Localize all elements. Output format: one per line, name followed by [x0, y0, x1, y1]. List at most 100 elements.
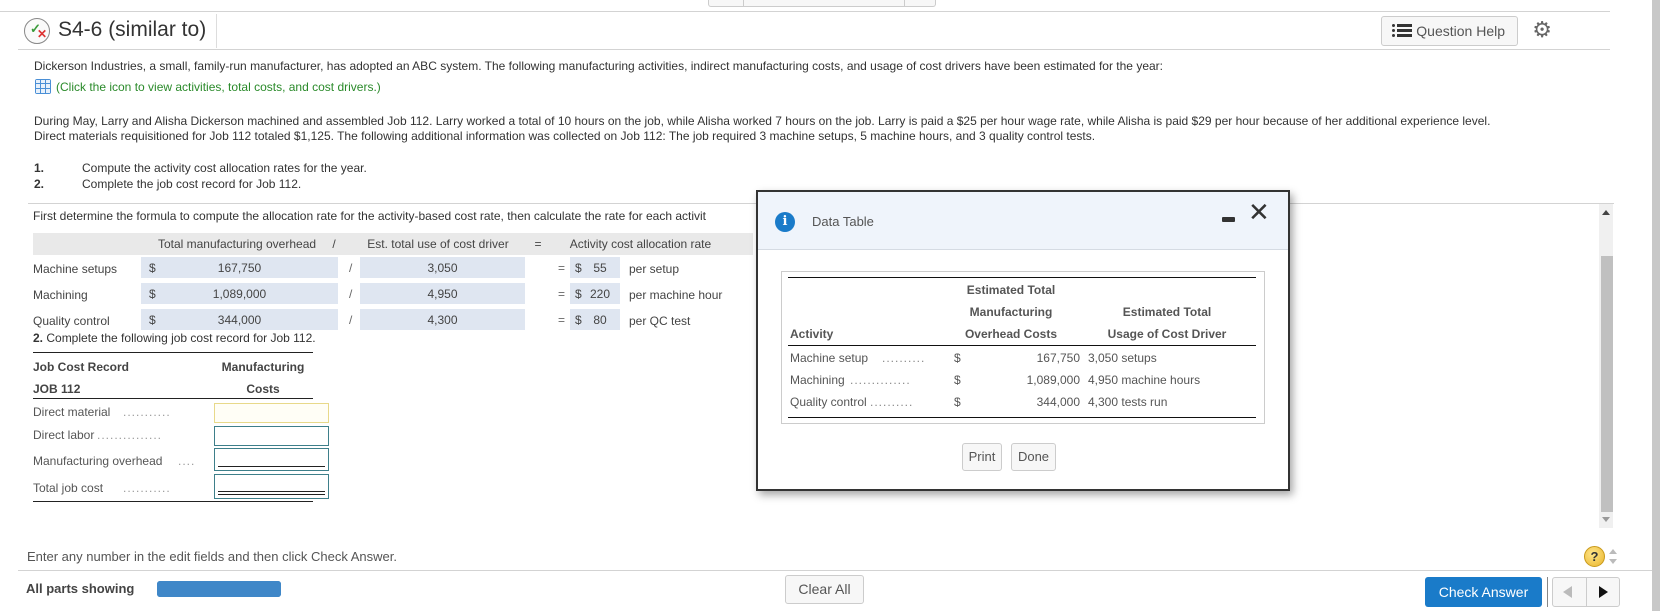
page-scrollbar[interactable] [1652, 0, 1660, 611]
activity-name: Quality control [790, 395, 867, 409]
manufacturing-overhead-input[interactable] [214, 448, 329, 471]
overhead-value: 1,089,000 [212, 287, 267, 301]
row-label: Total job cost [33, 481, 104, 495]
table-grid-icon[interactable] [35, 79, 51, 94]
task-text: Complete the job cost record for Job 112… [82, 177, 302, 191]
header-usage-line2: Usage of Cost Driver [1107, 327, 1227, 341]
chevron-up-icon[interactable] [1609, 549, 1617, 554]
clear-all-button[interactable]: Clear All [785, 575, 864, 604]
jcr-row-direct-material: Direct material ........... [33, 400, 329, 424]
modal-header: i Data Table ✕ [758, 192, 1288, 250]
partial-correct-icon: ✓ ✕ [24, 18, 50, 44]
activity-name: Machine setup [790, 351, 869, 365]
table-rule [33, 501, 313, 502]
header-usage-line1: Estimated Total [1122, 305, 1212, 319]
nav-divider [1586, 578, 1587, 606]
problem-intro: Dickerson Industries, a small, family-ru… [34, 59, 1163, 73]
row-label: Direct labor [33, 428, 95, 442]
jcr-row-direct-labor: Direct labor ............... [33, 423, 329, 447]
print-button[interactable]: Print [962, 443, 1002, 471]
help-icon[interactable]: ? [1584, 546, 1605, 567]
data-row: Quality control .......... $ 344,000 4,3… [788, 392, 1256, 414]
gear-icon[interactable]: ⚙ [1532, 17, 1552, 43]
cost-driver-input[interactable]: 4,950 [360, 283, 525, 304]
table-rule [788, 345, 1256, 346]
total-job-cost-input[interactable] [214, 474, 329, 499]
rate-unit: per machine hour [629, 288, 723, 302]
part2-number: 2. [33, 331, 44, 345]
equals-sign: = [558, 261, 566, 275]
header-divide: / [332, 237, 336, 251]
next-arrow-icon[interactable] [1599, 586, 1608, 598]
header-allocation-rate: Activity cost allocation rate [569, 237, 712, 251]
jcr-row-total-job-cost: Total job cost ........... [33, 473, 329, 499]
rate-input[interactable]: $ 55 [570, 257, 620, 278]
rate-input[interactable]: $ 220 [570, 283, 620, 304]
overhead-value: 344,000 [217, 313, 262, 327]
modal-title: Data Table [812, 214, 874, 229]
nav-separator [1547, 577, 1548, 607]
all-parts-label: All parts showing [26, 581, 135, 596]
rate-row-machine-setups: Machine setups $ 167,750 / 3,050 = $ 55 … [33, 257, 753, 279]
leader-dots: ........... [123, 481, 171, 495]
footer-divider [18, 570, 1652, 571]
overhead-input[interactable]: $ 1,089,000 [141, 283, 338, 304]
rate-table-header: Total manufacturing overhead / Est. tota… [33, 233, 753, 255]
cost-driver-input[interactable]: 4,300 [360, 309, 525, 330]
part2-text: Complete the following job cost record f… [43, 331, 316, 345]
problem-paragraph: During May, Larry and Alisha Dickerson m… [34, 114, 1604, 144]
divide-sign: / [349, 261, 353, 275]
task-number: 2. [34, 177, 45, 191]
info-icon: i [775, 212, 795, 232]
row-label: Machine setups [33, 262, 118, 276]
data-table-modal: i Data Table ✕ Estimated Total Manufactu… [756, 190, 1290, 491]
done-button[interactable]: Done [1011, 443, 1056, 471]
table-rule [788, 277, 1256, 278]
question-help-label: Question Help [1416, 23, 1505, 39]
direct-labor-input[interactable] [214, 426, 329, 446]
part2-prompt: 2. Complete the following job cost recor… [33, 331, 316, 345]
overhead-cost: 344,000 [1036, 395, 1080, 409]
leader-dots: .......... [870, 395, 914, 409]
data-table: Estimated Total Manufacturing Overhead C… [781, 271, 1265, 424]
data-table-link[interactable]: (Click the icon to view activities, tota… [35, 79, 381, 94]
check-answer-button[interactable]: Check Answer [1425, 577, 1542, 607]
overhead-input[interactable]: $ 344,000 [141, 309, 338, 330]
chevron-down-icon[interactable] [1609, 559, 1617, 564]
table-rule [33, 352, 313, 353]
jcr-header-title: Job Cost Record [33, 360, 130, 374]
data-row: Machining .............. $ 1,089,000 4,9… [788, 370, 1256, 392]
collapse-spinner[interactable] [1608, 546, 1618, 568]
previous-arrow-icon[interactable] [1563, 586, 1572, 598]
rate-row-machining: Machining $ 1,089,000 / 4,950 = $ 220 pe… [33, 283, 753, 305]
driver-value: 4,300 [427, 313, 458, 327]
task-item: 2. Complete the job cost record for Job … [34, 176, 367, 192]
header-activity: Activity [790, 327, 834, 341]
enter-hint: Enter any number in the edit fields and … [27, 549, 397, 564]
question-help-button[interactable]: Question Help [1381, 16, 1518, 46]
rate-unit: per setup [629, 262, 680, 276]
overhead-input[interactable]: $ 167,750 [141, 257, 338, 278]
scroll-down-icon[interactable] [1602, 517, 1610, 522]
progress-fill [157, 581, 281, 597]
header-cost-driver: Est. total use of cost driver [367, 237, 509, 251]
data-link-text[interactable]: (Click the icon to view activities, tota… [56, 80, 381, 94]
scroll-thumb[interactable] [1601, 256, 1613, 512]
leader-dots: .......... [882, 351, 926, 365]
table-rule [33, 398, 313, 399]
leader-dots: ........... [123, 405, 171, 419]
jcr-header-job: JOB 112 [33, 382, 81, 396]
top-strip [0, 0, 1610, 12]
header-cost-line3: Overhead Costs [964, 327, 1058, 341]
scroll-up-icon[interactable] [1602, 210, 1610, 215]
minimize-icon[interactable] [1222, 217, 1235, 222]
row-label: Direct material [33, 405, 111, 419]
top-tab-strip[interactable] [708, 0, 936, 7]
answer-scrollbar[interactable] [1599, 204, 1613, 528]
question-nav [1552, 577, 1620, 607]
direct-material-input[interactable] [214, 403, 329, 423]
cost-driver-input[interactable]: 3,050 [360, 257, 525, 278]
rate-input[interactable]: $ 80 [570, 309, 620, 330]
rate-value: 220 [589, 287, 611, 301]
close-icon[interactable]: ✕ [1248, 197, 1270, 228]
